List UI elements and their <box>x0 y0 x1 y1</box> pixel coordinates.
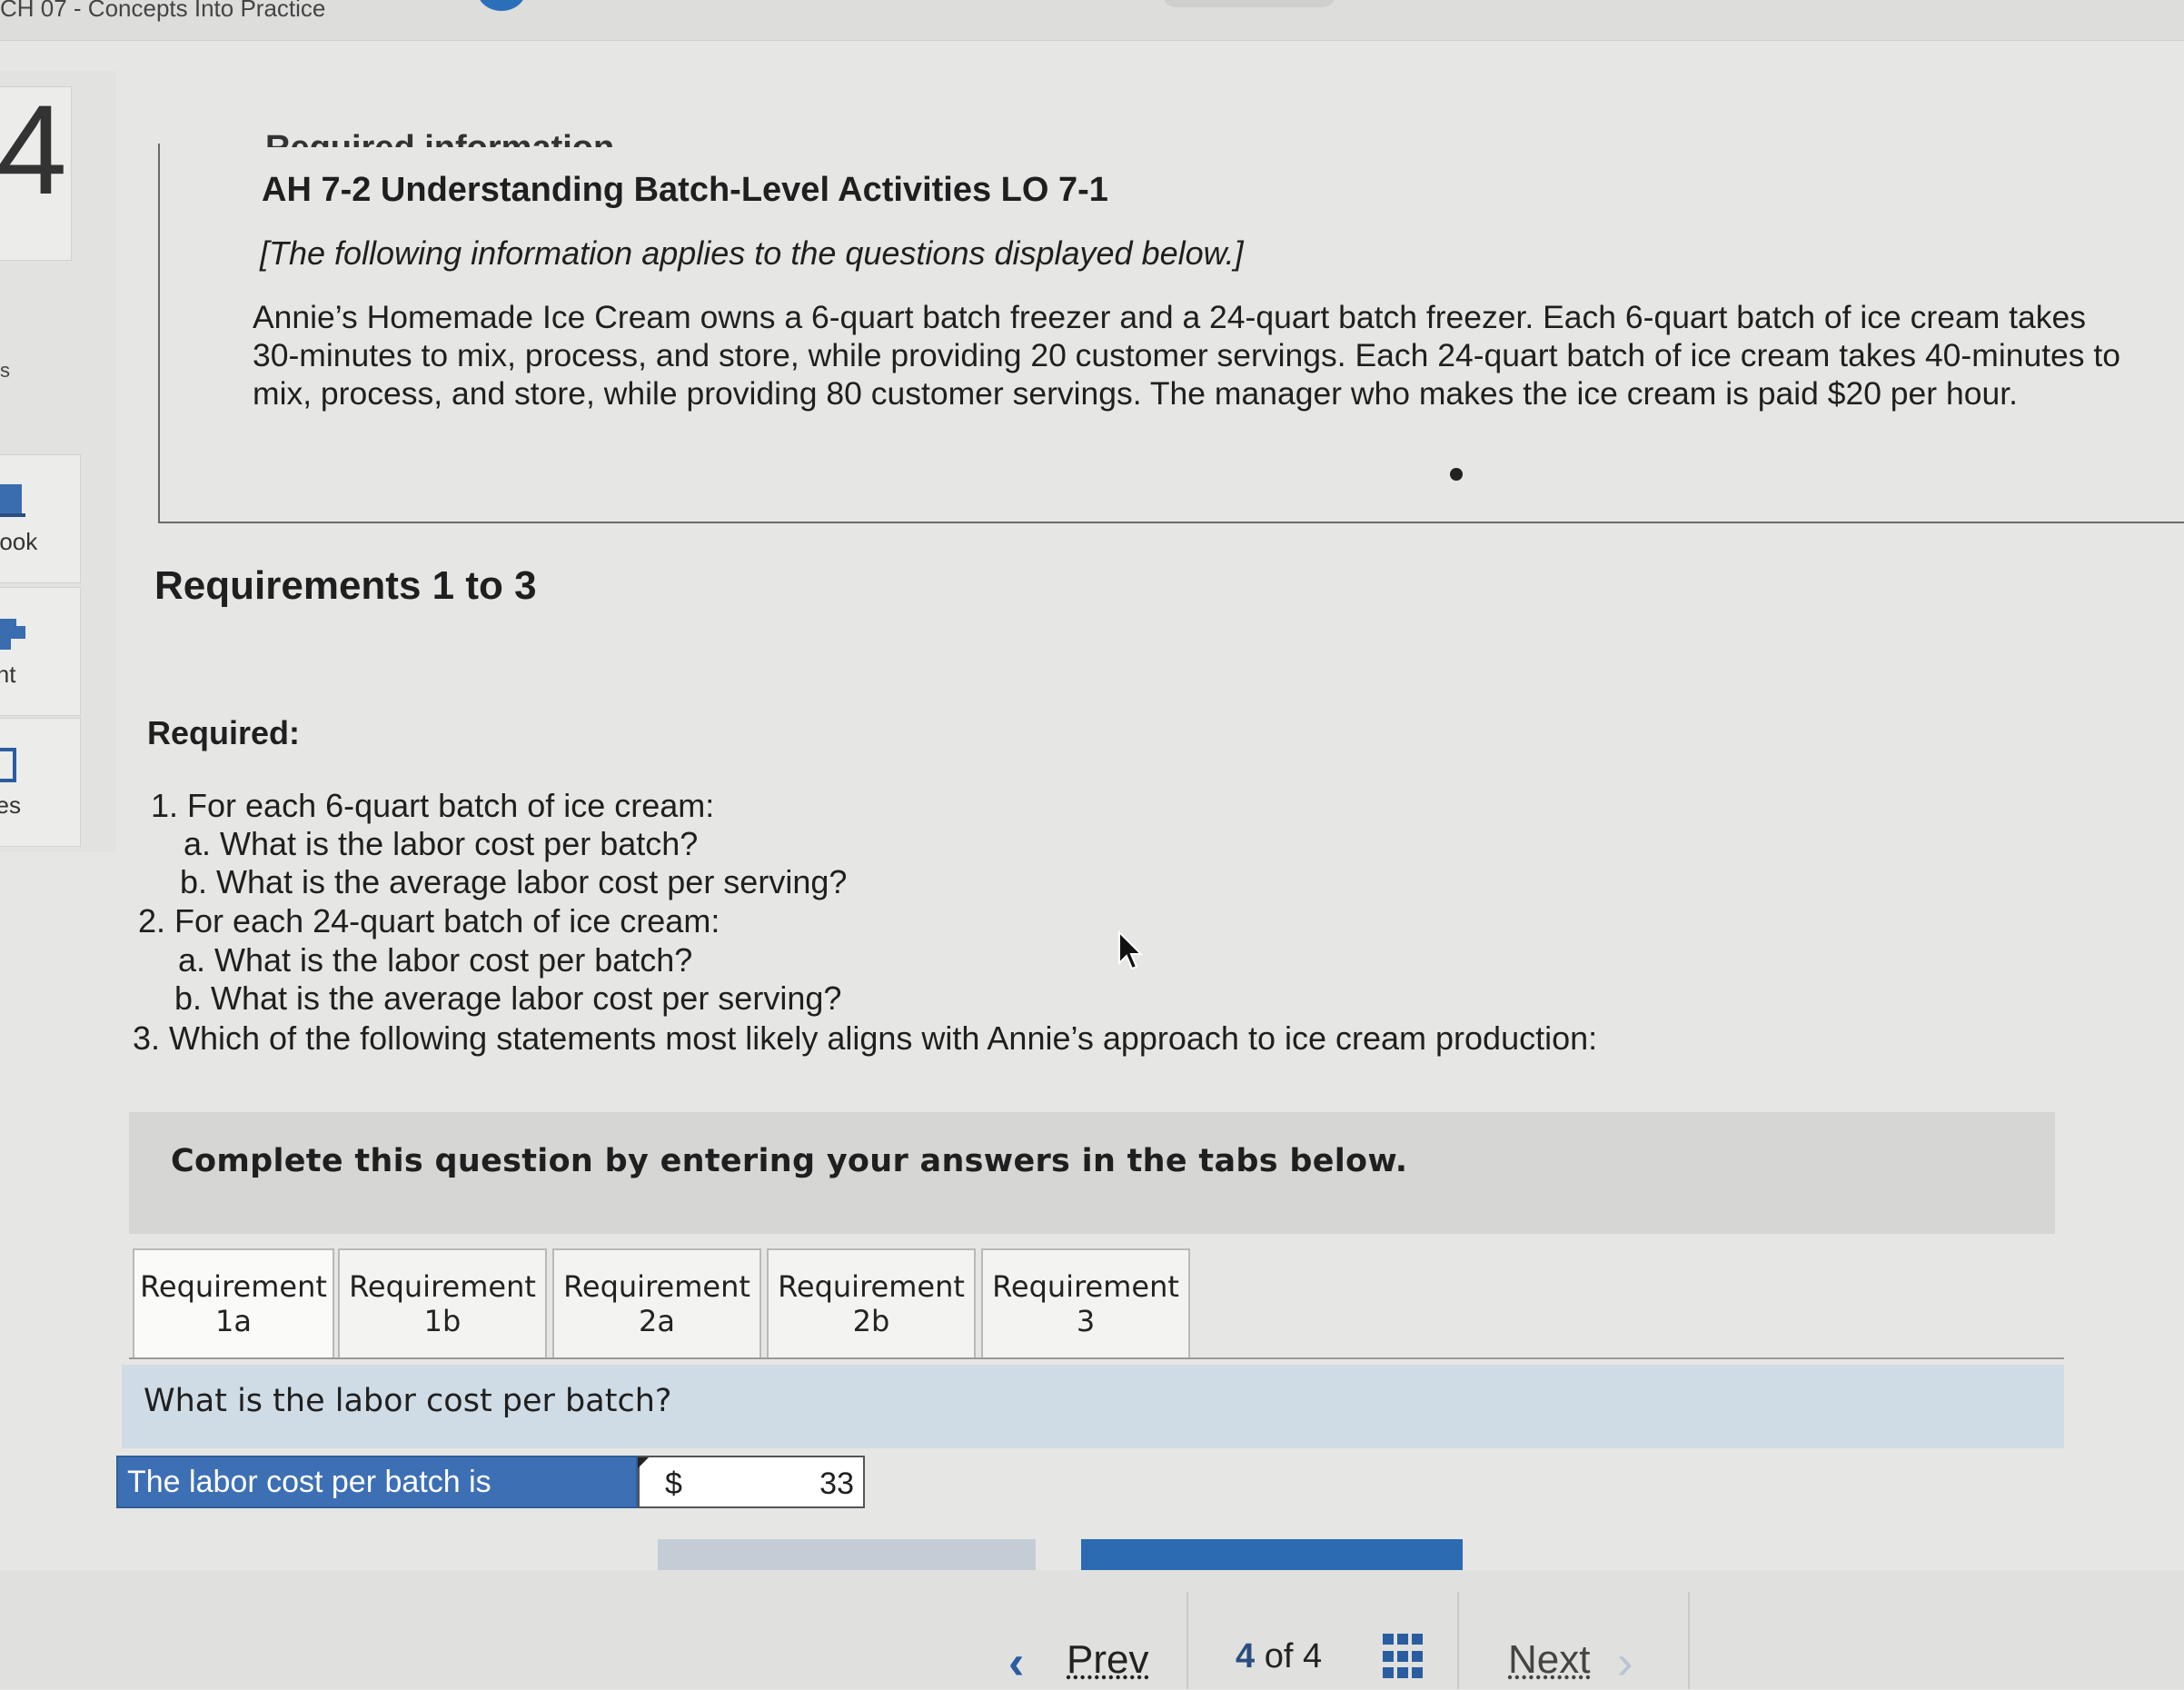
question-number-panel: 4 <box>0 80 72 261</box>
nav-separator <box>1688 1592 1690 1689</box>
previous-requirement-button[interactable] <box>658 1539 1036 1570</box>
nav-separator <box>1457 1592 1459 1689</box>
answer-label: The labor cost per batch is <box>116 1456 638 1508</box>
tab-requirement-1a[interactable]: Requirement 1a <box>133 1248 334 1357</box>
tab-label: Requirement 3 <box>992 1269 1179 1338</box>
rail-item-book[interactable]: Book <box>0 454 81 583</box>
requirement-item: b. What is the average labor cost per se… <box>174 979 842 1017</box>
top-bar <box>0 0 2184 41</box>
tab-divider <box>129 1357 2064 1359</box>
page-indicator: 4 of 4 <box>1236 1637 1322 1676</box>
stray-dot <box>1450 468 1463 481</box>
tab-requirement-3[interactable]: Requirement 3 <box>981 1248 1190 1357</box>
required-information-header: Required information <box>265 111 614 147</box>
tab-sublabel: 1b <box>423 1304 462 1338</box>
top-pill-button[interactable] <box>1163 0 1335 7</box>
requirement-item: 2. For each 24-quart batch of ice cream: <box>138 902 720 939</box>
rail-item-print[interactable]: Print <box>0 587 81 716</box>
current-page: 4 <box>1236 1637 1256 1675</box>
instruction-text: Complete this question by entering your … <box>171 1143 1408 1179</box>
assignment-title: CH 07 - Concepts Into Practice <box>0 0 326 22</box>
rail-item-book-label: Book <box>0 528 38 555</box>
tab-label: Requirement <box>563 1269 750 1304</box>
requirement-item: 1. For each 6-quart batch of ice cream: <box>151 787 715 824</box>
answer-value[interactable]: 33 <box>799 1466 854 1502</box>
tab-label: Requirement <box>140 1269 327 1304</box>
requirement-item: a. What is the labor cost per batch? <box>184 825 699 862</box>
question-number: 4 <box>0 78 67 221</box>
rail-mark: s <box>0 359 10 382</box>
tab-label: Requirement <box>349 1269 536 1304</box>
tab-sublabel: 1a <box>215 1304 252 1338</box>
requirements-heading: Requirements 1 to 3 <box>154 563 537 608</box>
next-button[interactable]: Next <box>1508 1637 1590 1683</box>
tab-requirement-1b[interactable]: Requirement 1b <box>338 1248 547 1357</box>
grid-icon[interactable] <box>1383 1634 1423 1681</box>
answer-flag-icon <box>638 1457 649 1468</box>
rail-item-references[interactable]: References <box>0 718 81 847</box>
requirement-item: 3. Which of the following statements mos… <box>133 1019 1598 1057</box>
tab-sublabel: 2a <box>639 1304 675 1338</box>
chevron-left-icon[interactable]: ‹ <box>1008 1635 1024 1690</box>
printer-icon <box>0 619 25 650</box>
requirement-item: b. What is the average labor cost per se… <box>180 863 848 900</box>
tab-label: Requirement <box>778 1269 965 1304</box>
prev-button[interactable]: Prev <box>1067 1637 1148 1683</box>
book-icon <box>0 484 25 517</box>
applies-note: [The following information applies to th… <box>260 234 1244 272</box>
rail-item-references-label: References <box>0 791 21 819</box>
tab-sublabel: 2b <box>852 1304 890 1338</box>
nav-separator <box>1186 1592 1188 1689</box>
required-label: Required: <box>147 714 301 751</box>
tab-requirement-2b[interactable]: Requirement 2b <box>767 1248 976 1357</box>
question-text: What is the labor cost per batch? <box>144 1383 672 1419</box>
next-requirement-button[interactable] <box>1081 1539 1463 1572</box>
requirement-item: a. What is the labor cost per batch? <box>178 941 693 979</box>
page-of-label: of <box>1264 1637 1294 1675</box>
chevron-right-icon[interactable]: › <box>1617 1635 1633 1690</box>
rail-item-print-label: Print <box>0 661 16 688</box>
problem-paragraph: Annie’s Homemade Ice Cream owns a 6-quar… <box>253 299 2121 412</box>
total-pages: 4 <box>1302 1637 1323 1675</box>
mouse-cursor-icon <box>1118 930 1144 970</box>
references-icon <box>0 748 16 782</box>
problem-title: AH 7-2 Understanding Batch-Level Activit… <box>262 171 1108 209</box>
tab-requirement-2a[interactable]: Requirement 2a <box>552 1248 761 1357</box>
currency-symbol: $ <box>665 1466 682 1501</box>
